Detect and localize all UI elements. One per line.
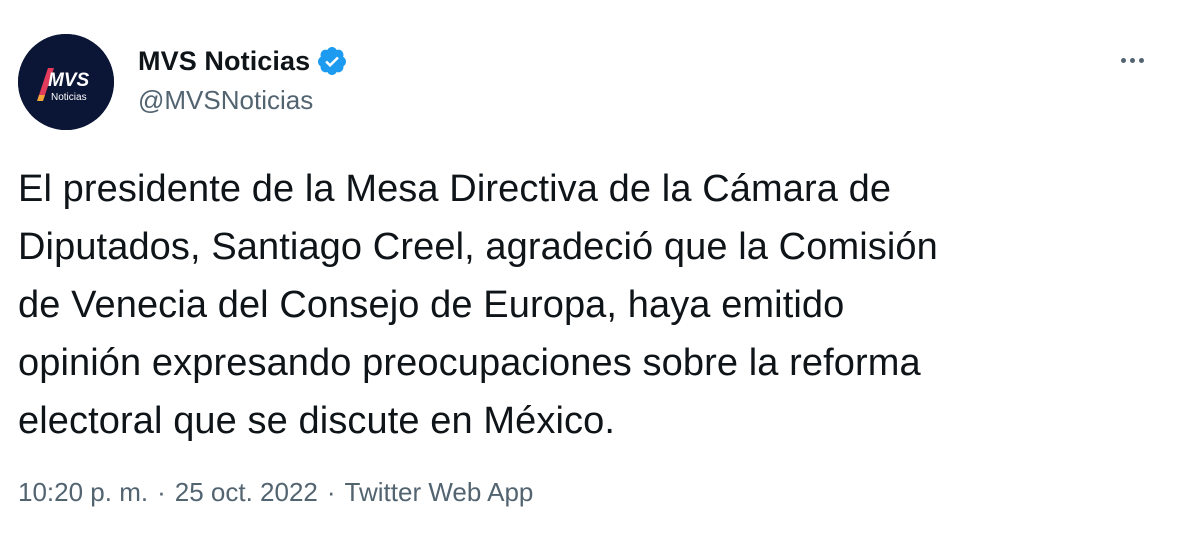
author-handle[interactable]: @MVSNoticias [138, 85, 313, 116]
author-display-name[interactable]: MVS Noticias [138, 46, 310, 77]
tweet-source-link[interactable]: Twitter Web App [345, 477, 534, 508]
avatar[interactable]: MVS Noticias [18, 34, 114, 130]
tweet-text: El presidente de la Mesa Directiva de la… [18, 168, 938, 442]
author-name-row: MVS Noticias [138, 43, 348, 79]
tweet-date-link[interactable]: 25 oct. 2022 [175, 477, 318, 508]
avatar-logo-subtext: Noticias [51, 92, 87, 103]
avatar-logo-text: MVS [48, 70, 90, 91]
mvs-logo-icon: MVS Noticias [18, 34, 114, 130]
tweet-metadata: 10:20 p. m. · 25 oct. 2022 · Twitter Web… [18, 477, 533, 508]
verified-badge-icon [316, 45, 348, 77]
tweet-time-link[interactable]: 10:20 p. m. [18, 477, 148, 508]
meta-separator: · [326, 477, 336, 507]
meta-separator: · [157, 477, 166, 507]
tweet-card: MVS Noticias MVS Noticias @MVSNoticias E… [0, 0, 1178, 534]
more-options-icon[interactable] [1110, 46, 1154, 74]
